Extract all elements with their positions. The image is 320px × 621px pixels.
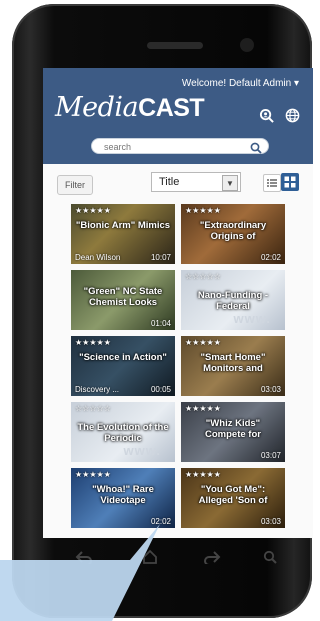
search-icon[interactable] [258, 545, 282, 569]
rating-stars[interactable]: ★★★★★ [185, 338, 221, 347]
video-duration: 00:05 [150, 385, 171, 394]
video-title: "Extraordinary Origins of [199, 220, 267, 242]
rating-stars[interactable]: ★★★★★ [75, 206, 111, 215]
video-duration: 03:03 [260, 517, 281, 526]
video-tile[interactable]: ★★★★★ "Smart Home" Monitors and 03:03 [181, 336, 285, 396]
rating-stars[interactable]: ☆☆☆☆☆ [75, 404, 111, 413]
video-title: "Smart Home" Monitors and [200, 352, 266, 374]
app-screen: Welcome! Default Admin ▾ MediaCAST Filte… [43, 68, 313, 538]
search-icon[interactable] [250, 141, 262, 154]
mediacast-logo[interactable]: MediaCAST [55, 92, 205, 123]
logo-cast-text: CAST [138, 94, 205, 122]
filter-button[interactable]: Filter [57, 175, 93, 195]
video-tile[interactable]: ★★★★★ "Science in Action" Discovery ... 00:… [71, 336, 175, 396]
video-title: "Whiz Kids" Compete for [205, 418, 261, 440]
search-input[interactable] [102, 140, 246, 154]
video-duration: 10:07 [150, 253, 171, 262]
search-field[interactable] [91, 138, 269, 154]
logo-media-text: Media [55, 92, 139, 123]
list-view-icon[interactable] [263, 174, 281, 192]
rating-stars[interactable]: ★★★★★ [185, 470, 221, 479]
video-title: Nano-Funding - Federal [197, 290, 269, 312]
camera-icon [240, 38, 254, 52]
video-tile[interactable]: "Green" NC State Chemist Looks 01:04 [71, 270, 175, 330]
video-browser: Filter Title ▼ ★★★★★ "Bionic Arm" Mimics D… [43, 164, 313, 538]
speaker-grille [147, 42, 203, 49]
rating-stars[interactable]: ★★★★★ [75, 470, 111, 479]
sort-select[interactable]: Title ▼ [151, 172, 241, 192]
video-tile[interactable]: ★★★★★ "Bionic Arm" Mimics Dean Wilson 10:07 [71, 204, 175, 264]
welcome-user-menu[interactable]: Welcome! Default Admin ▾ [182, 78, 299, 89]
video-title: "Science in Action" [79, 352, 167, 363]
video-title: "Whoa!" Rare Videotape [92, 484, 154, 506]
user-search-icon[interactable] [257, 106, 275, 124]
video-duration: 03:03 [260, 385, 281, 394]
video-duration: 01:04 [150, 319, 171, 328]
video-tile[interactable]: ☆☆☆☆☆ The Evolution of the Periodic www. [71, 402, 175, 462]
rating-stars[interactable]: ★★★★★ [185, 206, 221, 215]
video-title: "Bionic Arm" Mimics [75, 220, 171, 231]
video-title: The Evolution of the Periodic [77, 422, 169, 444]
callout-pointer [0, 524, 160, 621]
video-duration: 02:02 [260, 253, 281, 262]
video-duration: 03:07 [260, 451, 281, 460]
video-title: "Green" NC State Chemist Looks [83, 286, 163, 308]
video-tile[interactable]: ☆☆☆☆☆ Nano-Funding - Federal www. [181, 270, 285, 330]
sort-select-value: Title [159, 176, 180, 188]
placeholder-web-icon: www. [123, 443, 161, 458]
recent-apps-icon[interactable] [200, 545, 224, 569]
chevron-down-icon[interactable]: ▼ [222, 175, 238, 191]
rating-stars[interactable]: ★★★★★ [185, 404, 221, 413]
video-author: Discovery ... [75, 385, 120, 394]
video-author: Dean Wilson [75, 253, 121, 262]
video-tile[interactable]: ★★★★★ "Whiz Kids" Compete for 03:07 [181, 402, 285, 462]
globe-icon[interactable] [283, 106, 301, 124]
video-tile[interactable]: ★★★★★ "Whoa!" Rare Videotape 02:02 [71, 468, 175, 528]
grid-view-icon[interactable] [281, 173, 299, 191]
rating-stars[interactable]: ★★★★★ [75, 338, 111, 347]
placeholder-web-icon: www. [233, 311, 271, 326]
video-title: "You Got Me": Alleged 'Son of [198, 484, 268, 506]
video-tile[interactable]: ★★★★★ "Extraordinary Origins of 02:02 [181, 204, 285, 264]
video-tile[interactable]: ★★★★★ "You Got Me": Alleged 'Son of 03:03 [181, 468, 285, 528]
rating-stars[interactable]: ☆☆☆☆☆ [185, 272, 221, 281]
